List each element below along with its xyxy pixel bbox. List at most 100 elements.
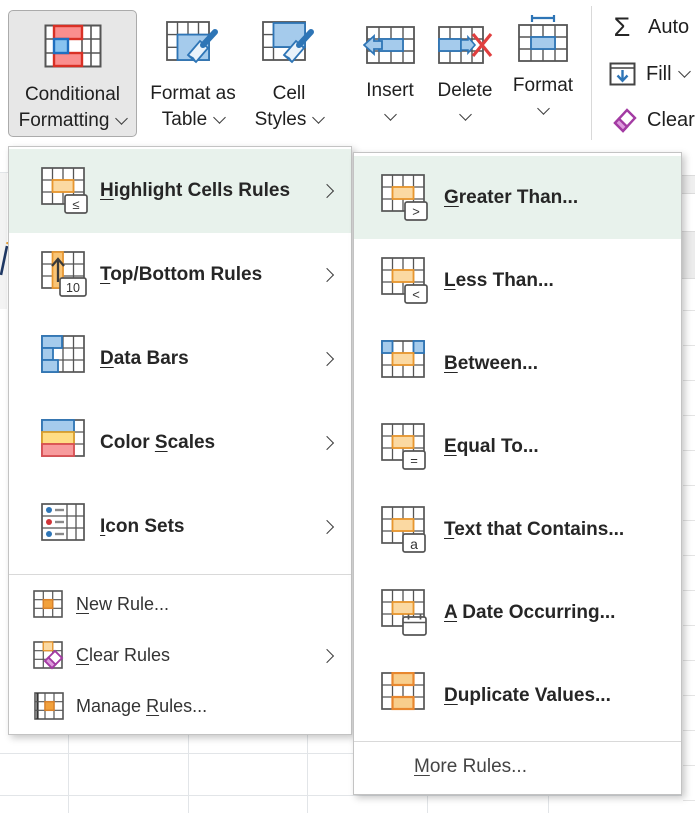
conditional-formatting-label-line1: Conditional [25, 84, 120, 105]
delete-icon [437, 25, 493, 65]
conditional-formatting-menu: ≤ Highlight Cells Rules 10 [8, 146, 352, 735]
submenu-arrow-icon [322, 438, 332, 448]
conditional-formatting-icon [44, 24, 102, 68]
text-that-contains-icon: a [381, 506, 431, 554]
format-icon [516, 15, 570, 63]
conditional-formatting-label-line2: Formatting [19, 110, 110, 131]
fill-label: Fill [646, 63, 672, 86]
highlight-cells-rules-submenu: > Greater Than... < Less Than.. [353, 152, 682, 795]
submenu-item-duplicate-values[interactable]: Duplicate Values... [354, 654, 681, 737]
svg-text:a: a [410, 536, 418, 552]
menu-item-new-rule[interactable]: New Rule... [9, 579, 351, 630]
format-button[interactable]: Format [508, 10, 578, 113]
menu-item-clear-rules[interactable]: Clear Rules [9, 630, 351, 681]
submenu-arrow-icon [322, 354, 332, 364]
sigma-icon: Σ [606, 12, 638, 43]
submenu-item-less-than[interactable]: < Less Than... [354, 239, 681, 322]
clear-rules-icon [33, 641, 67, 671]
menu-item-label: Color Scales [100, 432, 215, 454]
menu-item-label: Manage Rules... [76, 696, 207, 717]
fill-button[interactable]: Fill [606, 62, 689, 87]
menu-item-label: Data Bars [100, 348, 189, 370]
conditional-formatting-button[interactable]: Conditional Formatting [8, 10, 137, 137]
chevron-down-icon [384, 108, 397, 121]
submenu-arrow-icon [322, 522, 332, 532]
fill-down-icon [609, 62, 636, 87]
menu-item-manage-rules[interactable]: Manage Rules... [9, 681, 351, 732]
ribbon-group-divider [591, 6, 592, 140]
submenu-arrow-icon [322, 270, 332, 280]
format-as-table-label-line2: Table [162, 109, 207, 130]
clipped-cell-text-glyph [0, 242, 8, 276]
excel-window: Conditional Formatting Format as Table [0, 0, 695, 813]
manage-rules-icon [33, 692, 65, 722]
greater-than-icon: > [381, 174, 431, 222]
menu-item-label: Top/Bottom Rules [100, 264, 262, 286]
autosum-label: Auto [648, 16, 689, 39]
submenu-arrow-icon [322, 186, 332, 196]
submenu-item-label: Duplicate Values... [444, 685, 611, 707]
insert-button[interactable]: Insert [358, 10, 422, 119]
duplicate-values-icon [381, 672, 431, 720]
submenu-item-text-that-contains[interactable]: a Text that Contains... [354, 488, 681, 571]
ribbon: Conditional Formatting Format as Table [0, 0, 695, 146]
a-date-occurring-icon [381, 589, 431, 637]
between-icon [381, 340, 431, 388]
menu-item-label: Clear Rules [76, 645, 170, 666]
svg-text:<: < [412, 287, 420, 302]
submenu-item-label: More Rules... [414, 756, 527, 778]
cell-styles-label-line1: Cell [273, 83, 306, 104]
icon-sets-icon [41, 503, 91, 551]
menu-separator [9, 574, 351, 575]
clear-button[interactable]: Clear [606, 106, 695, 135]
submenu-item-label: A Date Occurring... [444, 602, 615, 624]
submenu-item-label: Text that Contains... [444, 519, 624, 541]
chevron-down-icon [537, 102, 550, 115]
menu-item-label: Highlight Cells Rules [100, 180, 290, 202]
chevron-down-icon [313, 111, 326, 124]
submenu-item-between[interactable]: Between... [354, 322, 681, 405]
submenu-item-label: Equal To... [444, 436, 539, 458]
menu-item-color-scales[interactable]: Color Scales [9, 401, 351, 485]
format-as-table-label-line1: Format as [150, 83, 236, 104]
svg-text:10: 10 [66, 281, 80, 295]
submenu-item-label: Between... [444, 353, 538, 375]
svg-text:>: > [412, 204, 420, 219]
insert-label: Insert [366, 80, 414, 101]
autosum-button[interactable]: Σ Auto [606, 12, 689, 43]
menu-item-top-bottom-rules[interactable]: 10 Top/Bottom Rules [9, 233, 351, 317]
data-bars-icon [41, 335, 91, 383]
equal-to-icon: = [381, 423, 431, 471]
clear-label: Clear [647, 109, 695, 132]
svg-text:≤: ≤ [72, 197, 79, 212]
cell-styles-label-line2: Styles [255, 109, 307, 130]
chevron-down-icon [459, 108, 472, 121]
less-than-icon: < [381, 257, 431, 305]
top-bottom-rules-icon: 10 [41, 251, 91, 299]
menu-item-data-bars[interactable]: Data Bars [9, 317, 351, 401]
submenu-item-equal-to[interactable]: = Equal To... [354, 405, 681, 488]
menu-item-label: New Rule... [76, 594, 169, 615]
new-rule-icon [33, 590, 65, 620]
submenu-item-label: Greater Than... [444, 187, 578, 209]
format-as-table-icon [166, 19, 220, 69]
menu-item-icon-sets[interactable]: Icon Sets [9, 485, 351, 569]
menu-item-label: Icon Sets [100, 516, 184, 538]
submenu-item-greater-than[interactable]: > Greater Than... [354, 156, 681, 239]
chevron-down-icon [678, 65, 691, 78]
cell-styles-icon [262, 19, 316, 69]
svg-text:=: = [410, 453, 418, 468]
highlight-cells-rules-icon: ≤ [41, 167, 91, 215]
submenu-item-more-rules[interactable]: More Rules... [354, 742, 681, 792]
menu-item-highlight-cells-rules[interactable]: ≤ Highlight Cells Rules [9, 149, 351, 233]
delete-button[interactable]: Delete [430, 10, 500, 119]
submenu-arrow-icon [322, 651, 332, 661]
worksheet-cell-shade [0, 173, 7, 309]
chevron-down-icon [116, 112, 129, 125]
color-scales-icon [41, 419, 91, 467]
submenu-item-a-date-occurring[interactable]: A Date Occurring... [354, 571, 681, 654]
submenu-item-label: Less Than... [444, 270, 554, 292]
cell-styles-button[interactable]: Cell Styles [247, 10, 331, 133]
chevron-down-icon [213, 111, 226, 124]
format-as-table-button[interactable]: Format as Table [143, 10, 243, 133]
